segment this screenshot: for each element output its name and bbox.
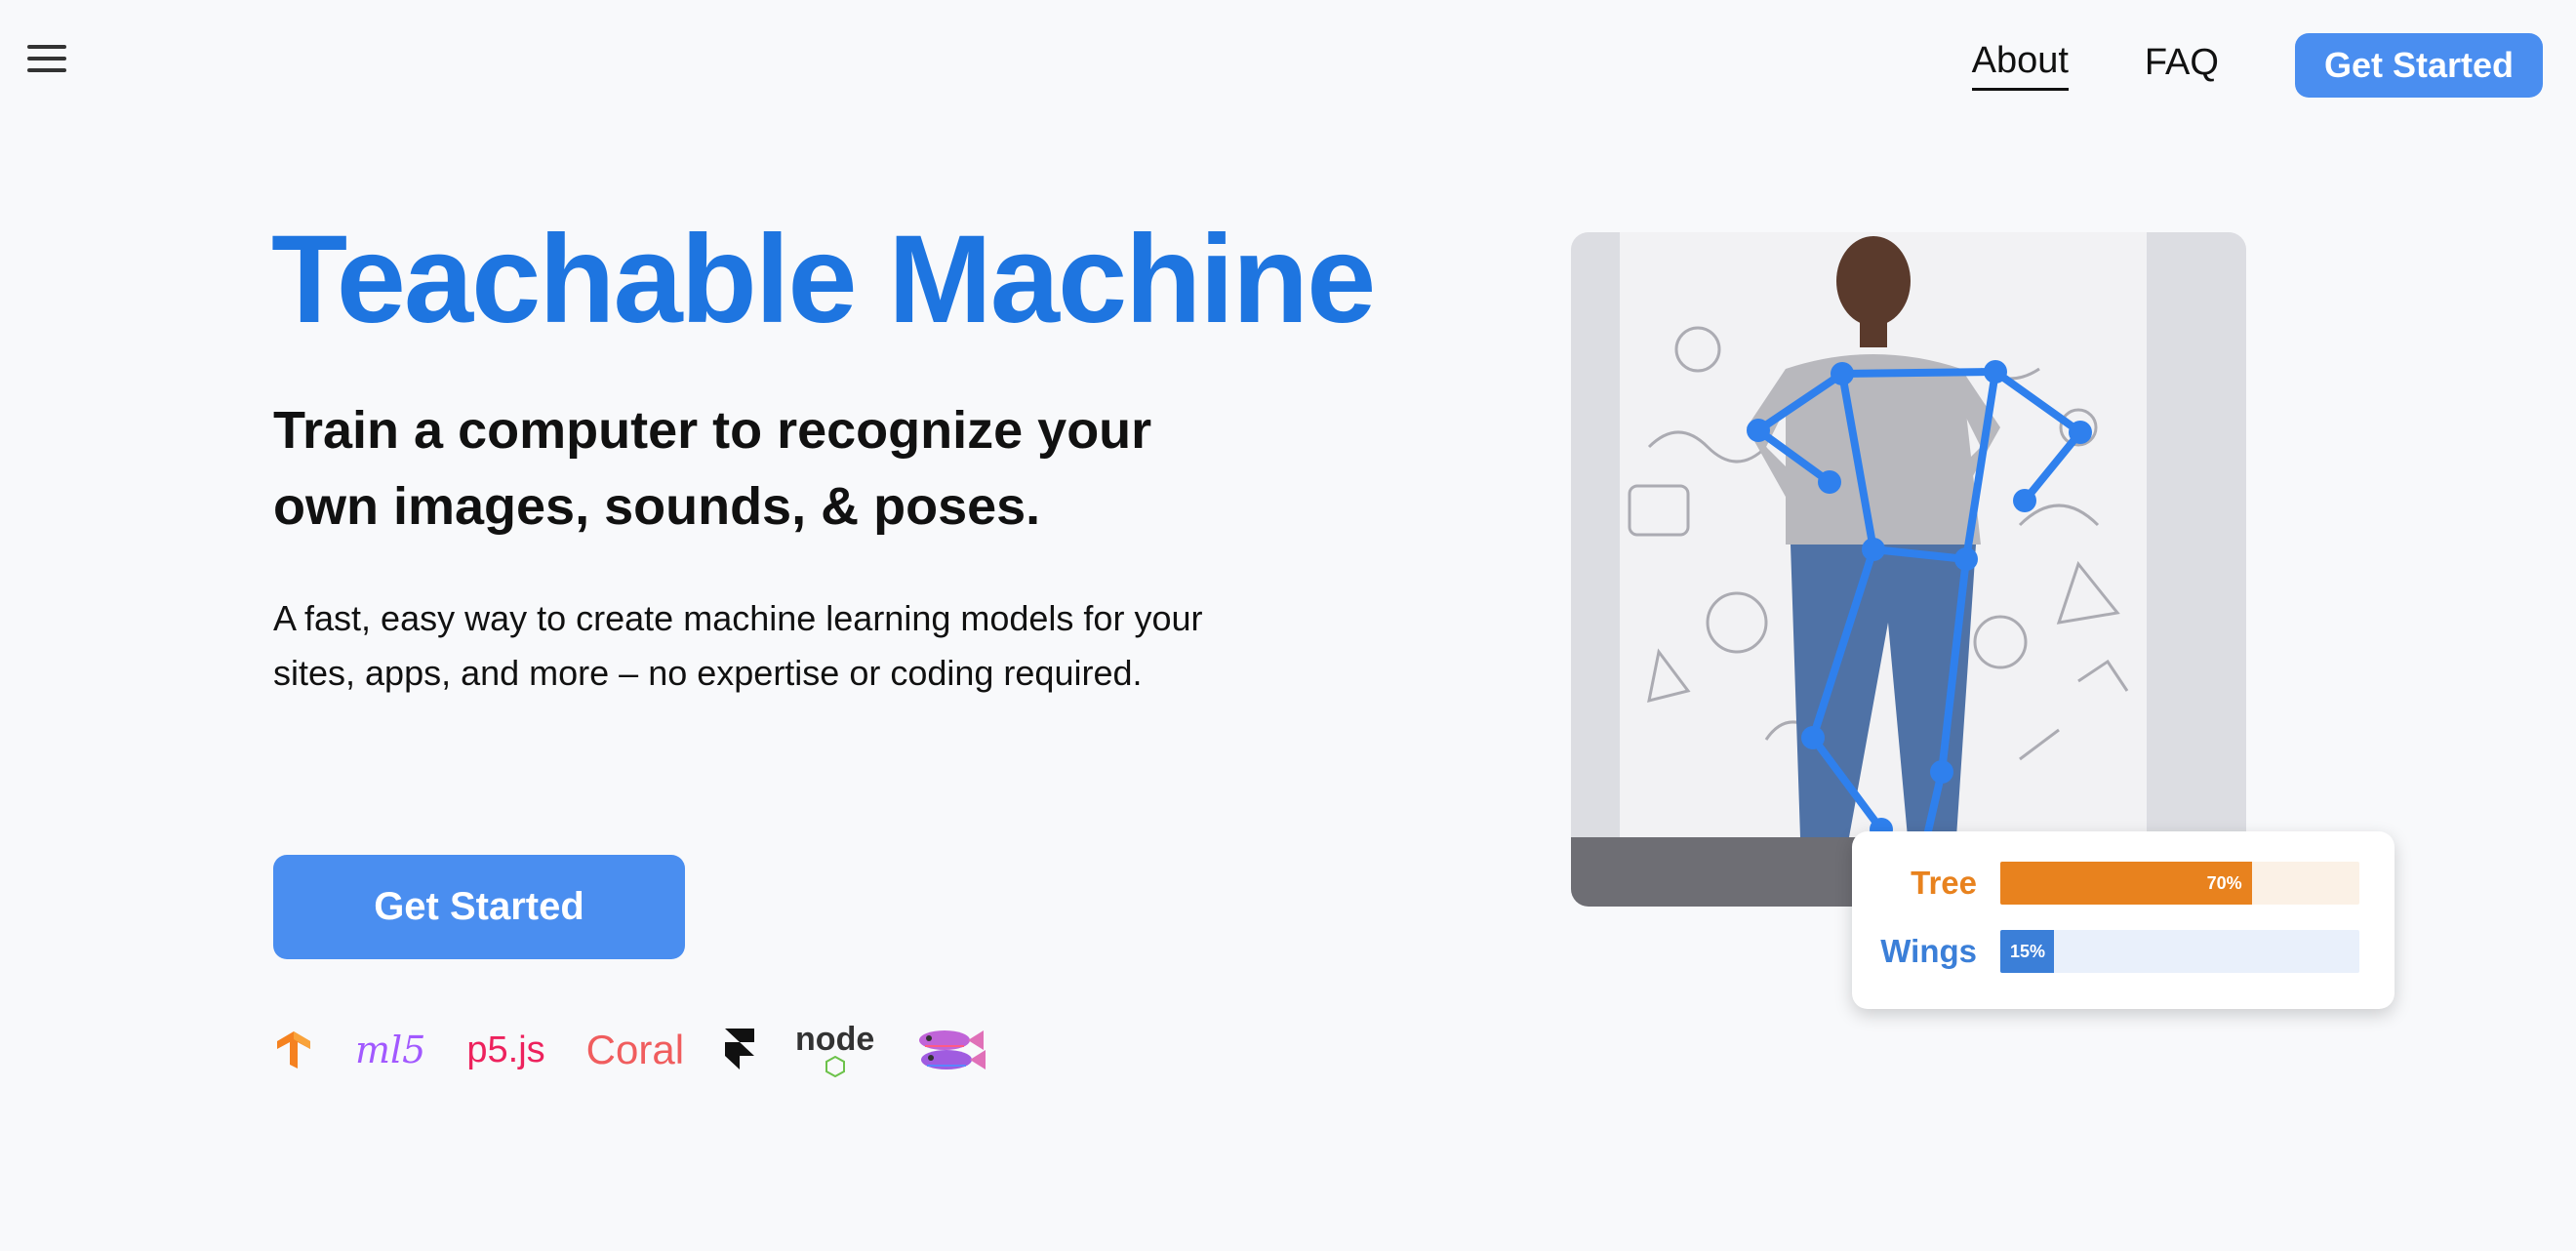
top-nav: About FAQ Get Started: [1971, 33, 2543, 98]
tensorflow-logo-icon[interactable]: [273, 1029, 314, 1070]
hero-subtitle: Train a computer to recognize your own i…: [273, 401, 1152, 536]
hero-get-started-button[interactable]: Get Started: [273, 855, 685, 959]
prediction-bar-wings: 15%: [2000, 930, 2359, 973]
prediction-percent-wings: 15%: [2010, 941, 2046, 961]
person-pose-skeleton-image: [1571, 232, 2246, 907]
prediction-fill-wings: 15%: [2000, 930, 2055, 973]
prediction-fill-tree: 70%: [2000, 862, 2252, 905]
framer-logo-icon[interactable]: [725, 1029, 755, 1071]
fish-logo-icon[interactable]: [915, 1023, 986, 1077]
prediction-bar-tree: 70%: [2000, 862, 2359, 905]
nav-about-link[interactable]: About: [1971, 40, 2069, 91]
prediction-percent-tree: 70%: [2206, 872, 2242, 893]
hamburger-menu-icon[interactable]: [27, 45, 66, 74]
prediction-card: Tree 70% Wings 15%: [1852, 831, 2395, 1009]
nav-faq-link[interactable]: FAQ: [2145, 42, 2219, 90]
prediction-row-wings: Wings 15%: [1872, 930, 2359, 973]
hero-description: A fast, easy way to create machine learn…: [273, 598, 1203, 693]
coral-logo-icon[interactable]: Coral: [586, 1027, 684, 1073]
ml5-logo-icon[interactable]: ml5: [355, 1029, 425, 1071]
prediction-label-tree: Tree: [1911, 865, 1977, 901]
page-title: Teachable Machine: [271, 210, 1376, 349]
nodejs-logo-icon[interactable]: node: [795, 1023, 874, 1077]
p5js-logo-icon[interactable]: p5.js: [466, 1029, 544, 1071]
prediction-label-wings: Wings: [1880, 933, 1977, 969]
partner-logos: ml5 p5.js Coral node: [273, 1015, 986, 1085]
prediction-row-tree: Tree 70%: [1872, 862, 2359, 905]
header-get-started-button[interactable]: Get Started: [2294, 33, 2543, 98]
